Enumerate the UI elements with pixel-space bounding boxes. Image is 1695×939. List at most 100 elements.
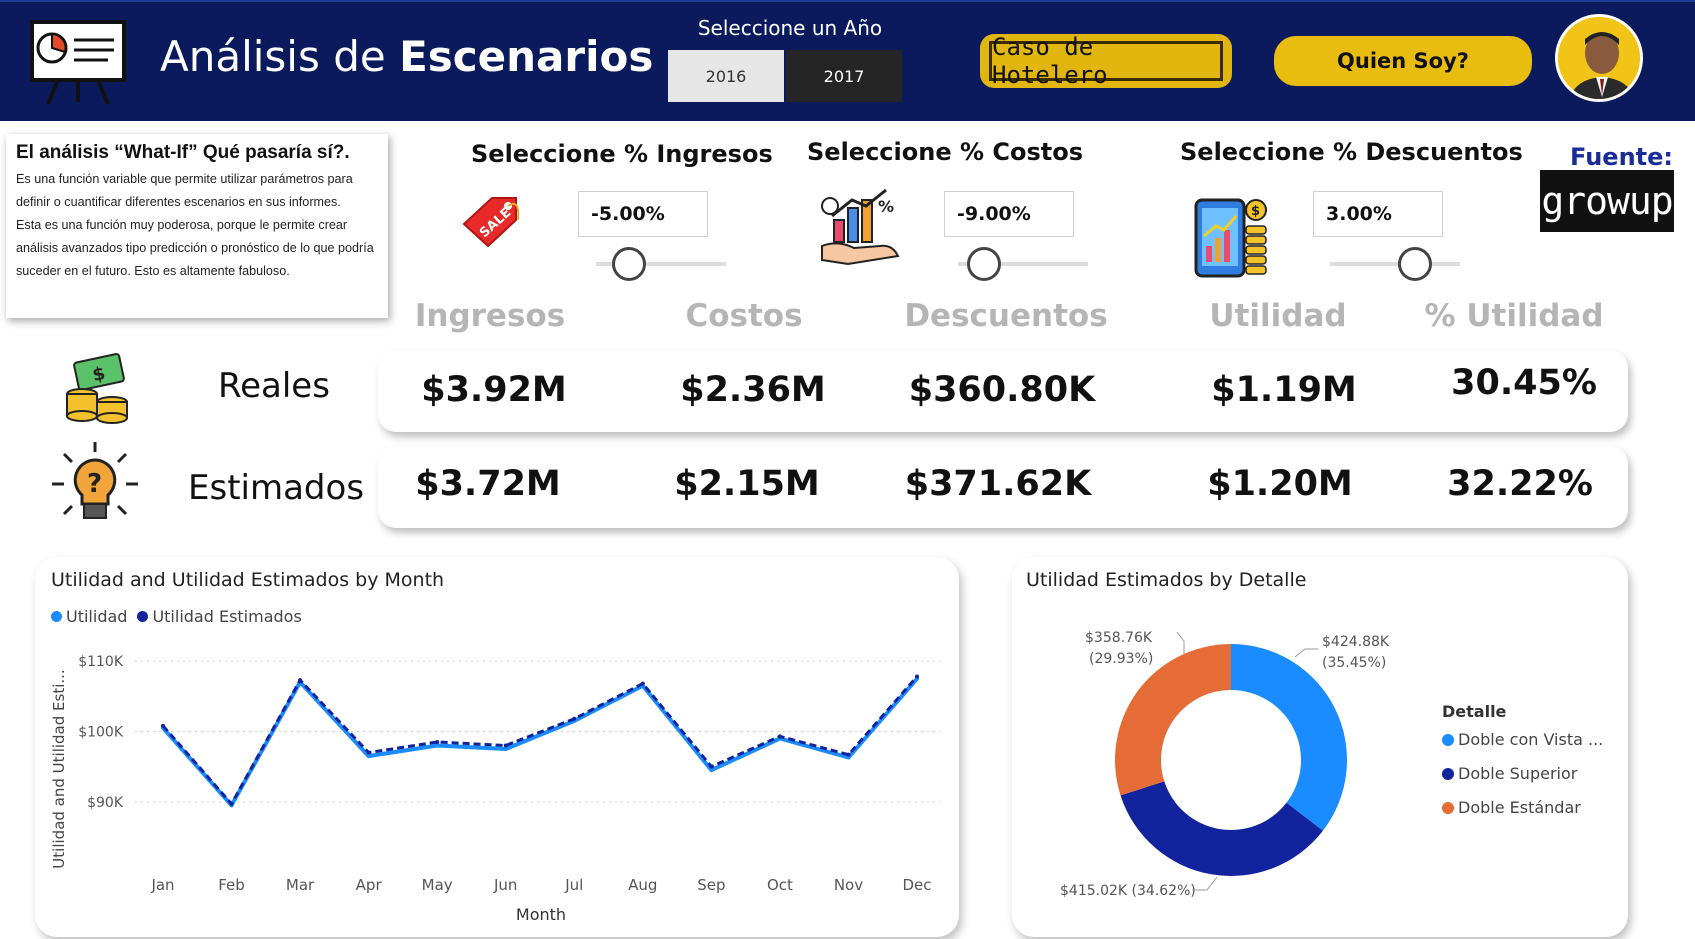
- point-utilidad-estimados[interactable]: [161, 723, 165, 728]
- info-heading: El análisis “What-If” Qué pasaría sí?.: [16, 142, 350, 163]
- donut-leader-3: [1176, 631, 1185, 655]
- descuentos-slider-track[interactable]: [1330, 262, 1460, 266]
- hotel-case-label: Caso de Hotelero: [989, 33, 1223, 89]
- point-utilidad-estimados[interactable]: [298, 678, 303, 683]
- presentation-board-icon: [28, 18, 128, 108]
- kpi-reales-pct-utilidad: 30.45%: [1451, 363, 1597, 403]
- costos-percent-input[interactable]: -9.00%: [944, 191, 1074, 237]
- descuentos-percent-input[interactable]: 3.00%: [1313, 191, 1443, 237]
- x-tick-label: Jan: [150, 876, 174, 894]
- donut-label-2-value: $415.02K (34.62%): [1060, 883, 1196, 899]
- donut-slice-doble-con-vista[interactable]: [1231, 644, 1347, 831]
- donut-legend-dot: [1442, 802, 1454, 814]
- point-utilidad[interactable]: [503, 747, 508, 752]
- x-tick-label: Jun: [493, 876, 517, 894]
- kpi-header-pct-utilidad: % Utilidad: [1424, 298, 1604, 334]
- kpi-header-descuentos: Descuentos: [904, 298, 1108, 334]
- point-utilidad-estimados[interactable]: [366, 750, 371, 755]
- kpi-header-utilidad: Utilidad: [1209, 298, 1347, 334]
- costos-selector-title: Seleccione % Costos: [807, 138, 1083, 166]
- donut-label-1-value: $424.88K: [1322, 634, 1390, 650]
- ingresos-slider-handle[interactable]: [611, 247, 646, 281]
- sale-tag-icon: SALE: [458, 190, 524, 258]
- donut-legend-dot: [1442, 768, 1454, 780]
- avatar[interactable]: [1555, 14, 1643, 102]
- donut-label-3-pct: (29.93%): [1089, 651, 1153, 667]
- y-tick-label: $100K: [78, 724, 124, 740]
- y-tick-label: $90K: [87, 795, 124, 811]
- x-tick-label: Sep: [697, 876, 725, 894]
- year-selector-label: Seleccione un Año: [697, 16, 883, 40]
- chart-hand-icon: %: [818, 186, 902, 272]
- donut-legend-label[interactable]: Doble con Vista ...: [1458, 730, 1603, 749]
- x-tick-label: Feb: [218, 876, 245, 894]
- donut-legend-label[interactable]: Doble Estándar: [1458, 798, 1581, 817]
- donut-chart-plot[interactable]: $424.88K (35.45%) $415.02K (34.62%) $358…: [1012, 557, 1628, 937]
- point-utilidad-estimados[interactable]: [229, 801, 234, 806]
- point-utilidad-estimados[interactable]: [503, 743, 508, 748]
- point-utilidad[interactable]: [709, 768, 714, 773]
- ingresos-percent-input[interactable]: -5.00%: [578, 191, 708, 237]
- point-utilidad-estimados[interactable]: [640, 681, 645, 686]
- point-utilidad[interactable]: [435, 743, 440, 748]
- kpi-reales-ingresos: $3.92M: [421, 370, 567, 410]
- about-me-button[interactable]: Quien Soy?: [1274, 36, 1532, 86]
- kpi-estimados-ingresos: $3.72M: [415, 464, 561, 504]
- kpi-estimados-descuentos: $371.62K: [904, 464, 1092, 504]
- what-if-info-card: El análisis “What-If” Qué pasaría sí?. E…: [6, 134, 388, 318]
- page-title: Análisis de Escenarios: [160, 32, 653, 81]
- y-tick-label: $110K: [78, 654, 124, 670]
- kpi-reales-descuentos: $360.80K: [908, 370, 1096, 410]
- kpi-reales-costos: $2.36M: [680, 370, 826, 410]
- title-regular: Análisis de: [160, 32, 386, 81]
- row-label-estimados: Estimados: [188, 468, 365, 508]
- donut-leader-1: [1294, 648, 1318, 658]
- point-utilidad[interactable]: [366, 754, 371, 759]
- year-button-2017[interactable]: 2017: [786, 50, 902, 102]
- line-chart-ylabel: Utilidad and Utilidad Esti...: [50, 669, 68, 868]
- phone-growth-icon: $: [1192, 196, 1272, 284]
- donut-legend-dot: [1442, 734, 1454, 746]
- costos-slider-handle[interactable]: [967, 247, 1001, 281]
- dashboard: Análisis de Escenarios Seleccione un Año…: [0, 0, 1695, 939]
- kpi-card-reales: $3.92M $2.36M $360.80K $1.19M 30.45%: [378, 350, 1628, 432]
- donut-chart-card: Utilidad Estimados by Detalle $424.88K (…: [1012, 557, 1628, 937]
- line-chart-card: Utilidad and Utilidad Estimados by Month…: [35, 557, 959, 937]
- x-tick-label: Aug: [628, 876, 657, 894]
- donut-legend-title: Detalle: [1442, 702, 1507, 721]
- kpi-header-ingresos: Ingresos: [414, 298, 566, 334]
- descuentos-selector-title: Seleccione % Descuentos: [1180, 138, 1523, 166]
- kpi-reales-utilidad: $1.19M: [1211, 370, 1357, 410]
- info-body: Es una función variable que permite util…: [16, 172, 374, 278]
- x-tick-label: Nov: [834, 876, 863, 894]
- money-stack-icon: $: [62, 352, 134, 428]
- line-chart-plot[interactable]: Utilidad and Utilidad Esti... Month $110…: [35, 557, 959, 937]
- x-tick-label: Oct: [767, 876, 793, 894]
- point-utilidad-estimados[interactable]: [572, 716, 577, 721]
- kpi-card-estimados: $3.72M $2.15M $371.62K $1.20M 32.22%: [378, 446, 1628, 528]
- donut-legend-label[interactable]: Doble Superior: [1458, 764, 1578, 783]
- series-line-utilidad-estimados[interactable]: [161, 675, 919, 806]
- row-label-reales: Reales: [218, 366, 330, 406]
- descuentos-slider-handle[interactable]: [1397, 247, 1432, 281]
- title-bold: Escenarios: [399, 32, 654, 81]
- point-utilidad-estimados[interactable]: [915, 674, 919, 679]
- x-tick-label: Mar: [286, 876, 315, 894]
- growup-logo: growup: [1540, 170, 1674, 232]
- hotel-case-button[interactable]: Caso de Hotelero: [980, 33, 1232, 89]
- kpi-header-costos: Costos: [685, 298, 803, 334]
- svg-text:$: $: [1251, 204, 1260, 219]
- x-tick-label: Jul: [564, 876, 583, 894]
- x-tick-label: Apr: [356, 876, 383, 894]
- kpi-estimados-costos: $2.15M: [674, 464, 820, 504]
- donut-label-1-pct: (35.45%): [1322, 655, 1386, 671]
- ingresos-selector-title: Seleccione % Ingresos: [471, 140, 773, 168]
- source-label: Fuente:: [1570, 143, 1673, 171]
- point-utilidad-estimados[interactable]: [777, 734, 782, 739]
- point-utilidad-estimados[interactable]: [846, 752, 851, 757]
- header-bar: Análisis de Escenarios Seleccione un Año…: [0, 0, 1695, 121]
- year-button-2016[interactable]: 2016: [668, 50, 784, 102]
- point-utilidad-estimados[interactable]: [435, 740, 440, 744]
- point-utilidad-estimados[interactable]: [709, 764, 714, 769]
- x-tick-label: Dec: [902, 876, 931, 894]
